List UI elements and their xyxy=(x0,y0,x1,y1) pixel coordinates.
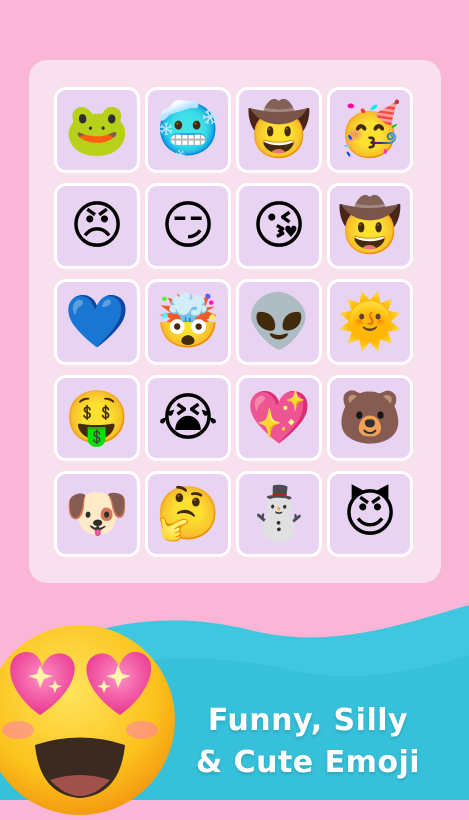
sparkle-heart-icon: 💙 xyxy=(64,292,130,352)
emoji-cell[interactable]: 🥶 xyxy=(145,87,231,173)
cold-zipper-icon: 🥶 xyxy=(155,100,221,160)
emoji-cell[interactable]: 🤑 xyxy=(54,375,140,461)
emoji-cell[interactable]: 👽 xyxy=(236,279,322,365)
crying-face-icon: 😭 xyxy=(157,388,219,448)
exploding-head-icon: 🤯 xyxy=(155,292,221,352)
purple-lemon-icon: 😈 xyxy=(342,484,398,544)
emoji-cell[interactable]: 🐶 xyxy=(54,471,140,557)
alien-peace-icon: 👽 xyxy=(246,292,312,352)
party-kiss-icon: 🥳 xyxy=(337,100,403,160)
emoji-cell[interactable]: 🤠 xyxy=(327,183,413,269)
thinking-face-icon: 🤔 xyxy=(155,484,221,544)
emoji-cell[interactable]: 💙 xyxy=(54,279,140,365)
emoji-cell[interactable]: ⛄ xyxy=(236,471,322,557)
emoji-cell[interactable]: 😏 xyxy=(145,183,231,269)
emoji-cell[interactable]: 😘 xyxy=(236,183,322,269)
emoji-cell[interactable]: 🤠 xyxy=(236,87,322,173)
basketball-snowman-icon: ⛄ xyxy=(246,484,312,544)
heart-tongue-icon: 💖 xyxy=(246,388,312,448)
emoji-cell[interactable]: 🤯 xyxy=(145,279,231,365)
money-kiss-icon: 🤑 xyxy=(64,388,130,448)
bear-laughing-icon: 🐻 xyxy=(337,388,403,448)
tagline: Funny, Silly & Cute Emoji xyxy=(158,700,458,784)
emoji-cell[interactable]: 😈 xyxy=(327,471,413,557)
emoji-cell[interactable]: 🐻 xyxy=(327,375,413,461)
frog-dog-icon: 🐶 xyxy=(64,484,130,544)
cowboy-people-icon: 🤠 xyxy=(246,100,312,160)
emoji-cell[interactable]: 🤔 xyxy=(145,471,231,557)
emoji-cell[interactable]: 🌞 xyxy=(327,279,413,365)
emoji-grid: 🐸 🥶 🤠 🥳 😠 😏 😘 🤠 💙 🤯 👽 🌞 🤑 😭 💖 🐻 🐶 🤔 ⛄ 😈 xyxy=(54,87,413,557)
heart-eyes-kiss-icon: 😘 xyxy=(251,196,307,256)
cowboy-cyclops-icon: 🤠 xyxy=(337,196,403,256)
drooling-smirk-icon: 😏 xyxy=(160,196,216,256)
star-struck-heart-eyes-icon xyxy=(0,625,175,815)
emoji-cell[interactable]: 🐸 xyxy=(54,87,140,173)
angry-melting-icon: 😠 xyxy=(69,196,125,256)
sun-drool-icon: 🌞 xyxy=(337,292,403,352)
tagline-line-2: & Cute Emoji xyxy=(195,745,421,780)
emoji-cell[interactable]: 🥳 xyxy=(327,87,413,173)
emoji-cell[interactable]: 😭 xyxy=(145,375,231,461)
frog-wink-icon: 🐸 xyxy=(64,100,130,160)
emoji-cell[interactable]: 😠 xyxy=(54,183,140,269)
tagline-line-1: Funny, Silly xyxy=(207,703,409,738)
emoji-cell[interactable]: 💖 xyxy=(236,375,322,461)
